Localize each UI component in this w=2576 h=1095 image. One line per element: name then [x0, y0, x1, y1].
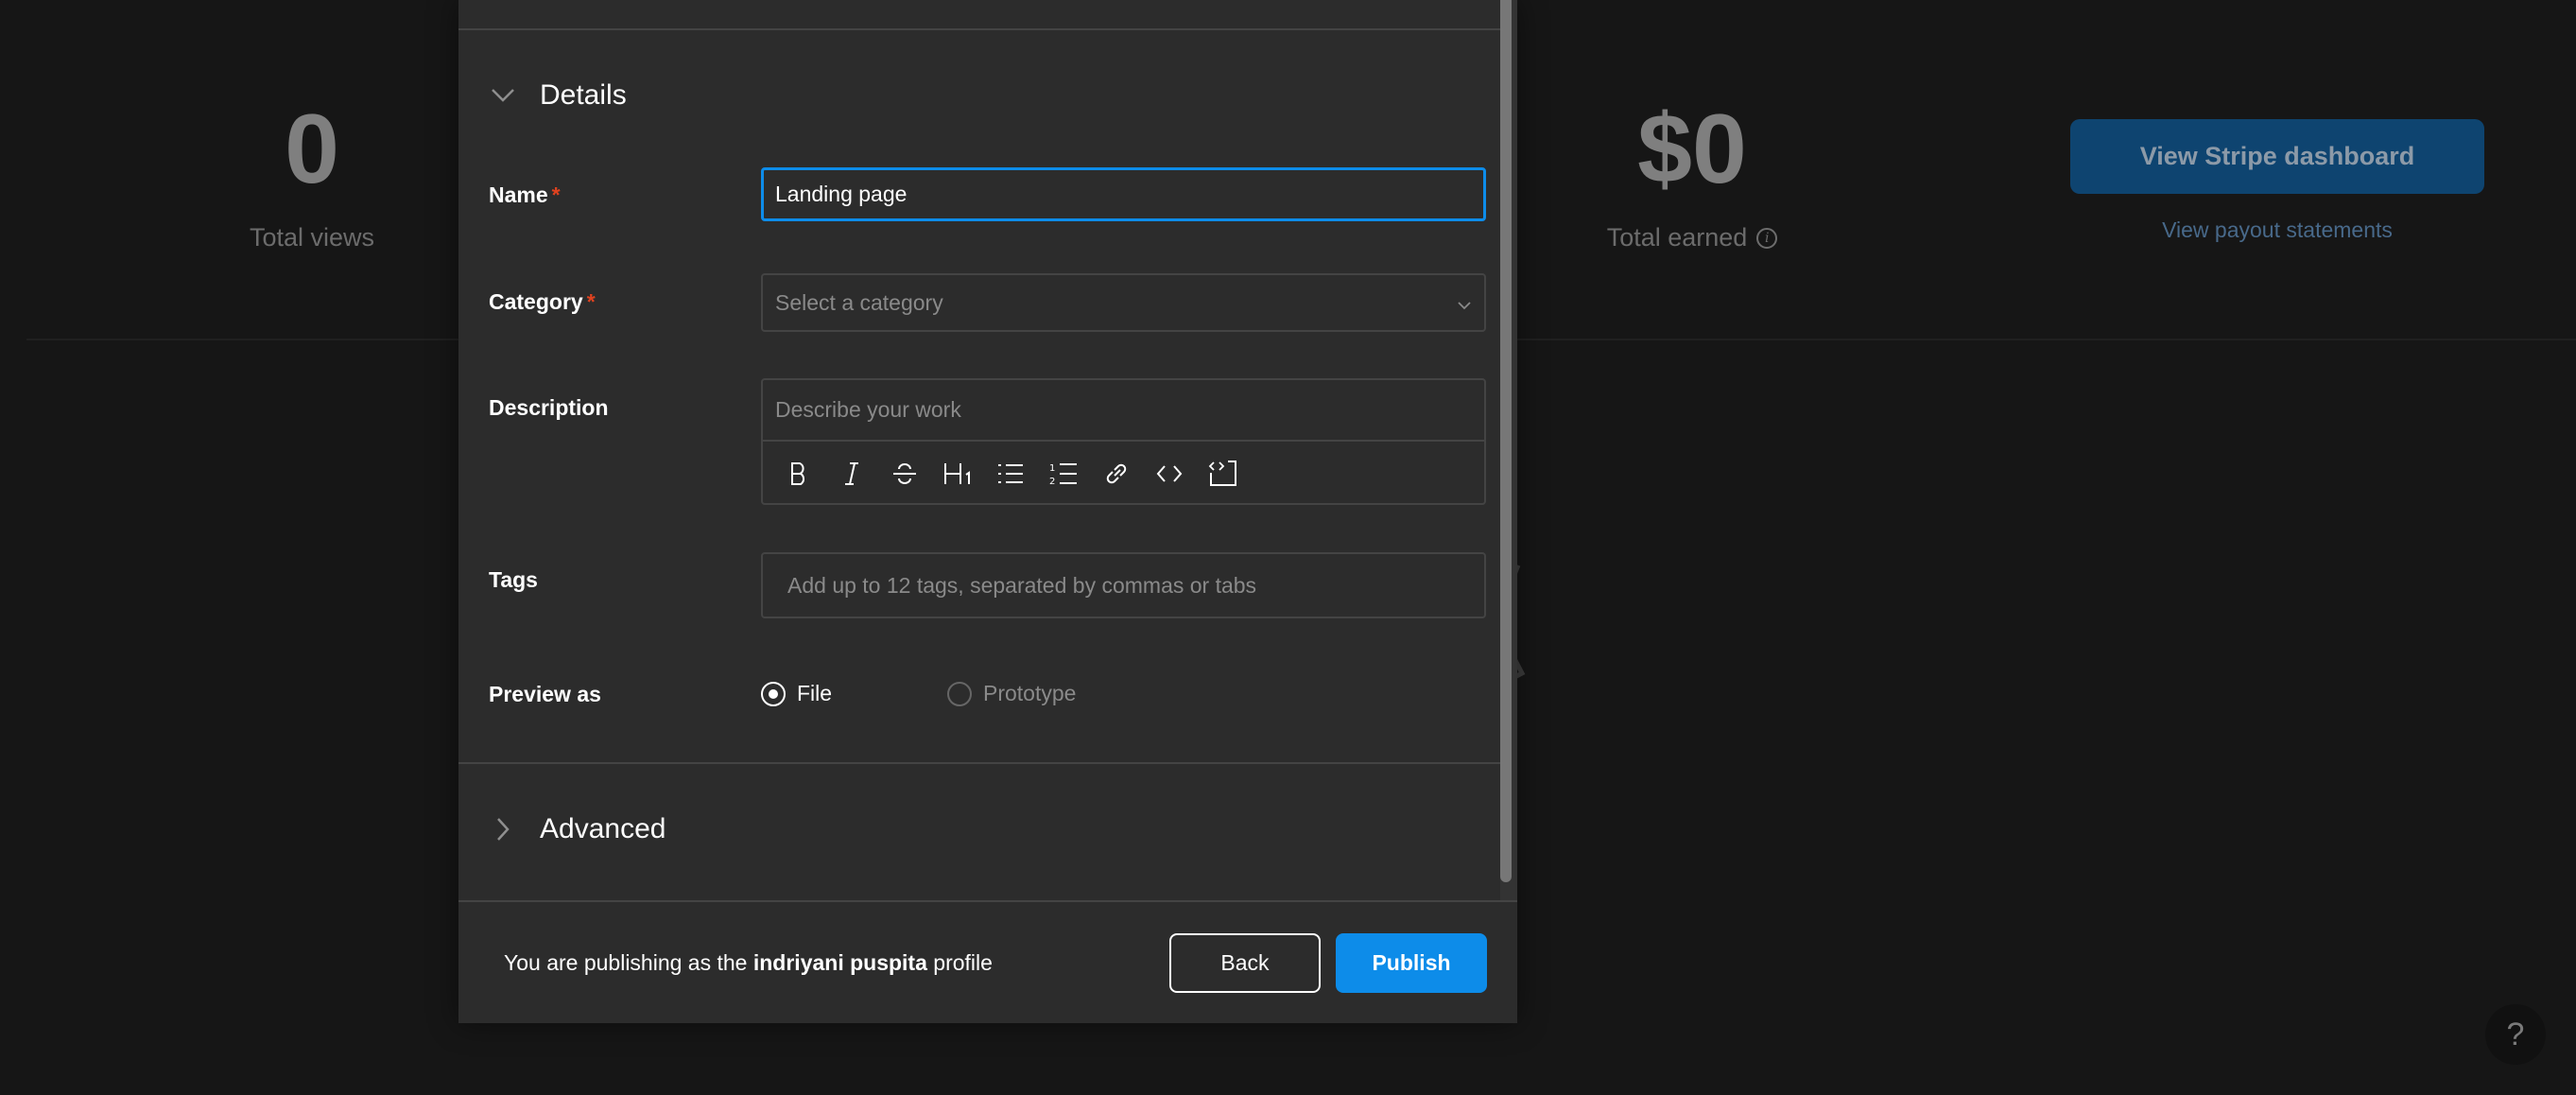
view-payout-statements-link[interactable]: View payout statements — [2070, 217, 2484, 243]
chevron-down-icon — [487, 79, 519, 112]
description-label: Description — [489, 395, 609, 420]
publishing-as-text: You are publishing as the indriyani pusp… — [504, 950, 993, 975]
description-placeholder: Describe your work — [775, 397, 961, 422]
code-block-icon — [1208, 460, 1236, 486]
link-button[interactable] — [1098, 455, 1135, 493]
name-input[interactable] — [761, 167, 1486, 221]
tags-label: Tags — [489, 567, 538, 592]
bulleted-list-button[interactable] — [992, 455, 1029, 493]
publish-button[interactable]: Publish — [1336, 933, 1487, 993]
required-indicator: * — [551, 182, 561, 207]
category-select[interactable]: Select a category — [761, 273, 1486, 332]
section-divider — [458, 762, 1500, 764]
tags-input[interactable]: Add up to 12 tags, separated by commas o… — [761, 552, 1486, 618]
svg-text:2: 2 — [1049, 477, 1055, 486]
bold-icon — [791, 461, 804, 485]
details-section-title: Details — [540, 79, 627, 111]
scrollbar-thumb[interactable] — [1500, 0, 1512, 882]
code-icon — [1156, 464, 1183, 482]
footer-divider — [458, 900, 1517, 902]
stat-total-earned: $0 Total earned i — [1550, 100, 1834, 252]
chevron-down-icon — [1457, 290, 1472, 316]
view-stripe-dashboard-button[interactable]: View Stripe dashboard — [2070, 119, 2484, 194]
numbered-list-button[interactable]: 12 — [1045, 455, 1082, 493]
radio-unselected-icon — [947, 681, 972, 706]
italic-button[interactable] — [833, 455, 871, 493]
question-mark-icon: ? — [2506, 1017, 2525, 1052]
strikethrough-icon — [893, 462, 916, 484]
total-views-label: Total views — [249, 223, 375, 252]
modal-top-divider — [458, 28, 1517, 30]
radio-selected-icon — [761, 681, 786, 706]
formatting-toolbar: 12 — [763, 442, 1484, 505]
heading-1-icon — [944, 462, 970, 484]
description-input[interactable]: Describe your work — [763, 380, 1484, 442]
help-button[interactable]: ? — [2485, 1004, 2546, 1065]
profile-name: indriyani puspita — [752, 950, 927, 975]
publish-modal: Details Name* Category* Select a categor… — [458, 0, 1517, 1023]
category-label: Category * — [489, 289, 596, 314]
details-section-toggle[interactable]: Details — [487, 79, 627, 112]
chevron-right-icon — [487, 813, 519, 845]
category-placeholder: Select a category — [775, 289, 943, 315]
total-views-value: 0 — [285, 95, 339, 204]
preview-as-file-radio[interactable]: File — [761, 681, 832, 706]
svg-text:1: 1 — [1049, 463, 1055, 474]
code-button[interactable] — [1150, 455, 1188, 493]
strikethrough-button[interactable] — [886, 455, 924, 493]
back-button[interactable]: Back — [1169, 933, 1321, 993]
heading-1-button[interactable] — [939, 455, 977, 493]
description-editor: Describe your work 12 — [761, 378, 1486, 505]
tags-placeholder: Add up to 12 tags, separated by commas o… — [787, 572, 1257, 598]
bulleted-list-icon — [998, 463, 1023, 483]
required-indicator: * — [586, 289, 596, 314]
name-label: Name * — [489, 182, 561, 207]
advanced-section-toggle[interactable]: Advanced — [487, 813, 666, 845]
radio-label-prototype: Prototype — [983, 681, 1077, 705]
total-earned-value: $0 — [1637, 95, 1747, 204]
bold-button[interactable] — [780, 455, 818, 493]
preview-as-prototype-radio[interactable]: Prototype — [947, 681, 1076, 706]
italic-icon — [845, 461, 858, 485]
advanced-section-title: Advanced — [540, 813, 666, 844]
stat-total-views: 0 Total views — [217, 100, 406, 252]
info-icon[interactable]: i — [1756, 227, 1778, 249]
preview-as-label: Preview as — [489, 682, 601, 706]
numbered-list-icon: 12 — [1049, 462, 1077, 486]
modal-scrollbar[interactable] — [1500, 0, 1517, 901]
code-block-button[interactable] — [1203, 455, 1241, 493]
radio-label-file: File — [797, 681, 833, 705]
total-earned-label: Total earned — [1606, 223, 1748, 252]
link-icon — [1106, 463, 1127, 483]
